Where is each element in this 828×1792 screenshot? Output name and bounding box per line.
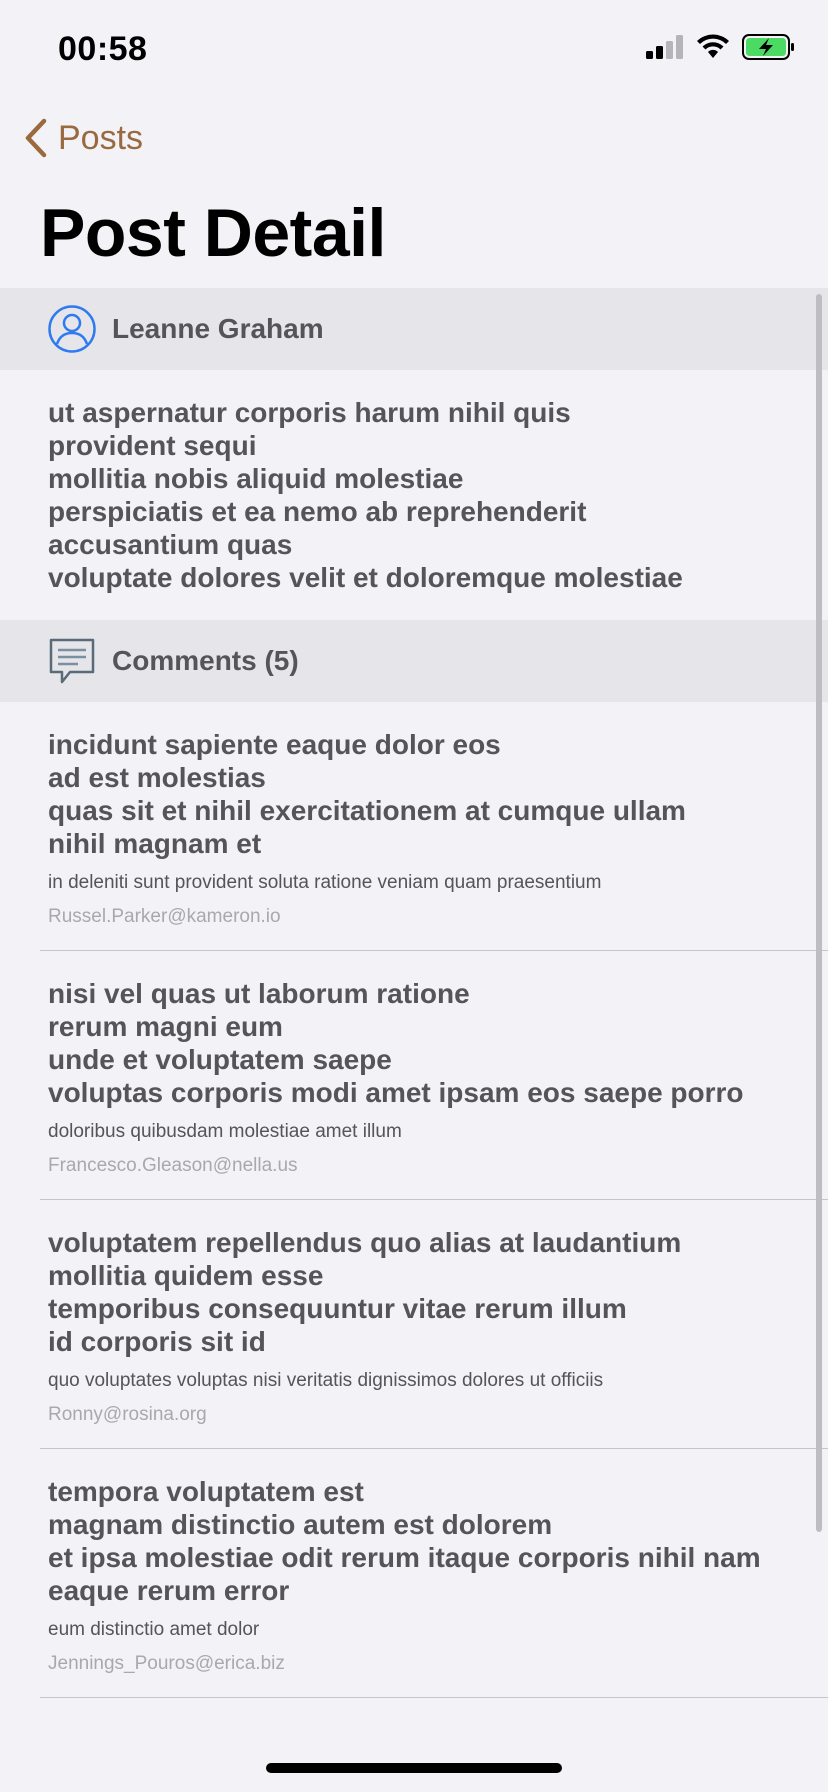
comment-title-line: id corporis sit id bbox=[48, 1326, 266, 1357]
comment-row[interactable]: incidunt sapiente eaque dolor eos ad est… bbox=[0, 702, 828, 950]
comment-title-line: rerum magni eum bbox=[48, 1011, 283, 1042]
comment-body: in deleniti sunt provident soluta ration… bbox=[48, 872, 602, 893]
comment-title: nisi vel quas ut laborum ratione rerum m… bbox=[48, 977, 828, 1109]
comment-row[interactable]: nisi vel quas ut laborum ratione rerum m… bbox=[0, 951, 828, 1199]
comment-title-line: tempora voluptatem est bbox=[48, 1476, 364, 1507]
comment-email: Francesco.Gleason@nella.us bbox=[48, 1155, 298, 1176]
comment-email: Jennings_Pouros@erica.biz bbox=[48, 1653, 285, 1674]
comment-title-line: quas sit et nihil exercitationem at cumq… bbox=[48, 795, 686, 826]
post-body-line: mollitia nobis aliquid molestiae bbox=[48, 463, 464, 494]
comment-email: Russel.Parker@kameron.io bbox=[48, 906, 281, 927]
author-header: Leanne Graham bbox=[0, 288, 828, 370]
back-button-label: Posts bbox=[58, 118, 144, 157]
comment-body: doloribus quibusdam molestiae amet illum bbox=[48, 1121, 402, 1142]
comment-title-line: unde et voluptatem saepe bbox=[48, 1044, 392, 1075]
post-body-line: ut aspernatur corporis harum nihil quis bbox=[48, 397, 571, 428]
comment-title: tempora voluptatem est magnam distinctio… bbox=[48, 1475, 828, 1607]
post-body-line: voluptate dolores velit et doloremque mo… bbox=[48, 562, 683, 593]
comment-title: voluptatem repellendus quo alias at laud… bbox=[48, 1226, 828, 1358]
comment-title-line: voluptatem repellendus quo alias at laud… bbox=[48, 1227, 682, 1258]
comment-title-line: et ipsa molestiae odit rerum itaque corp… bbox=[48, 1542, 761, 1573]
person-circle-icon bbox=[48, 305, 96, 353]
comments-header: Comments (5) bbox=[0, 620, 828, 702]
comment-title: incidunt sapiente eaque dolor eos ad est… bbox=[48, 728, 828, 860]
home-indicator[interactable] bbox=[266, 1763, 562, 1773]
comment-row[interactable]: voluptatem repellendus quo alias at laud… bbox=[0, 1200, 828, 1448]
comment-title-line: eaque rerum error bbox=[48, 1575, 290, 1606]
comment-title-line: voluptas corporis modi amet ipsam eos sa… bbox=[48, 1077, 744, 1108]
back-button[interactable]: Posts bbox=[24, 118, 143, 158]
comment-title-line: mollitia quidem esse bbox=[48, 1260, 324, 1291]
comment-title-line: temporibus consequuntur vitae rerum illu… bbox=[48, 1293, 627, 1324]
page-title: Post Detail bbox=[40, 195, 386, 271]
comment-title-line: ad est molestias bbox=[48, 762, 266, 793]
comment-row[interactable]: tempora voluptatem est magnam distinctio… bbox=[0, 1449, 828, 1697]
cellular-signal-icon bbox=[646, 35, 683, 59]
battery-charging-icon bbox=[742, 34, 794, 60]
comment-body: eum distinctio amet dolor bbox=[48, 1619, 260, 1640]
post-body-line: provident sequi bbox=[48, 430, 257, 461]
comment-email: Ronny@rosina.org bbox=[48, 1404, 207, 1425]
comment-title-line: magnam distinctio autem est dolorem bbox=[48, 1509, 553, 1540]
status-time: 00:58 bbox=[58, 30, 148, 68]
comment-body: quo voluptates voluptas nisi veritatis d… bbox=[48, 1370, 604, 1391]
chevron-left-icon bbox=[25, 118, 47, 158]
wifi-icon bbox=[697, 34, 729, 58]
post-body: ut aspernatur corporis harum nihil quis … bbox=[0, 370, 828, 620]
comment-title-line: incidunt sapiente eaque dolor eos bbox=[48, 729, 501, 760]
post-detail-list[interactable]: Leanne Graham ut aspernatur corporis har… bbox=[0, 288, 828, 1718]
post-body-line: accusantium quas bbox=[48, 529, 293, 560]
comment-title-line: nihil magnam et bbox=[48, 828, 262, 859]
comment-title-line: nisi vel quas ut laborum ratione bbox=[48, 978, 470, 1009]
scrollbar[interactable] bbox=[816, 294, 822, 1532]
post-body-line: perspiciatis et ea nemo ab reprehenderit bbox=[48, 496, 587, 527]
comment-bubble-icon bbox=[49, 638, 95, 684]
status-bar: 00:58 bbox=[0, 0, 828, 100]
status-icons bbox=[646, 34, 796, 60]
divider bbox=[40, 1697, 828, 1698]
comments-count-label: Comments (5) bbox=[112, 645, 299, 676]
author-name: Leanne Graham bbox=[112, 313, 324, 344]
